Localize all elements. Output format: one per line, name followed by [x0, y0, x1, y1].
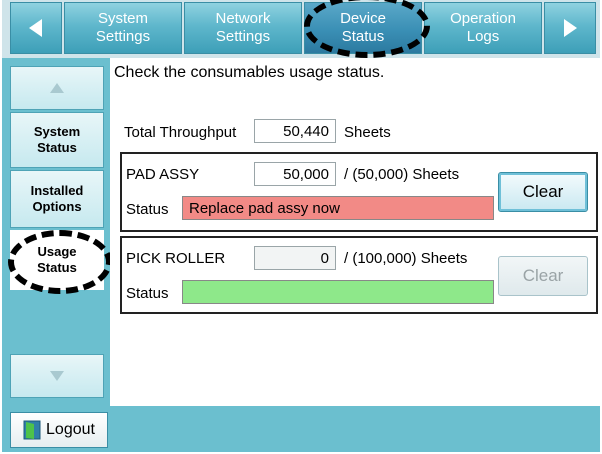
pick-roller-status-field [182, 280, 494, 304]
scroll-tabs-right-button[interactable] [544, 2, 596, 54]
bottom-bar: Logout [2, 406, 600, 452]
total-throughput-value: 50,440 [254, 119, 336, 143]
pad-assy-panel: PAD ASSY 50,000 / (50,000) Sheets Status… [120, 152, 598, 232]
tab-system-settings[interactable]: System Settings [64, 2, 182, 54]
tab-device-status[interactable]: Device Status [304, 2, 422, 54]
pick-roller-label: PICK ROLLER [126, 250, 226, 267]
pad-assy-count: 50,000 [254, 162, 336, 186]
logout-label: Logout [46, 421, 95, 438]
sidebar: System Status Installed Options Usage Statu… [2, 58, 110, 406]
sidebar-scroll-up-button[interactable] [10, 66, 104, 110]
arrow-up-icon [50, 83, 64, 93]
pick-roller-clear-button[interactable]: Clear [498, 256, 588, 296]
arrow-down-icon [50, 371, 64, 381]
sidebar-item-installed-options[interactable]: Installed Options [10, 170, 104, 228]
total-throughput-unit: Sheets [344, 124, 391, 141]
sidebar-item-system-status[interactable]: System Status [10, 112, 104, 168]
pick-roller-limit: / (100,000) Sheets [344, 250, 468, 267]
sidebar-scroll-down-button[interactable] [10, 354, 104, 398]
pad-assy-status-field: Replace pad assy now [182, 196, 494, 220]
pad-assy-label: PAD ASSY [126, 166, 200, 183]
arrow-left-icon [29, 19, 42, 37]
tab-operation-logs[interactable]: Operation Logs [424, 2, 542, 54]
pad-assy-limit: / (50,000) Sheets [344, 166, 460, 183]
tab-network-settings[interactable]: Network Settings [184, 2, 302, 54]
arrow-right-icon [564, 19, 577, 37]
scroll-tabs-left-button[interactable] [10, 2, 62, 54]
pick-roller-panel: PICK ROLLER 0 / (100,000) Sheets Status … [120, 236, 598, 314]
pad-assy-status-label: Status [126, 201, 169, 218]
door-icon [23, 420, 41, 440]
pick-roller-count: 0 [254, 246, 336, 270]
instruction-text: Check the consumables usage status. [114, 64, 385, 81]
top-tab-bar: System Settings Network Settings Device Sta… [2, 0, 600, 58]
pick-roller-status-label: Status [126, 285, 169, 302]
pad-assy-clear-button[interactable]: Clear [498, 172, 588, 212]
total-throughput-label: Total Throughput [124, 124, 237, 141]
sidebar-item-usage-status[interactable]: Usage Status [10, 230, 104, 290]
logout-button[interactable]: Logout [10, 412, 108, 448]
main-content: Check the consumables usage status. Tota… [110, 58, 600, 406]
